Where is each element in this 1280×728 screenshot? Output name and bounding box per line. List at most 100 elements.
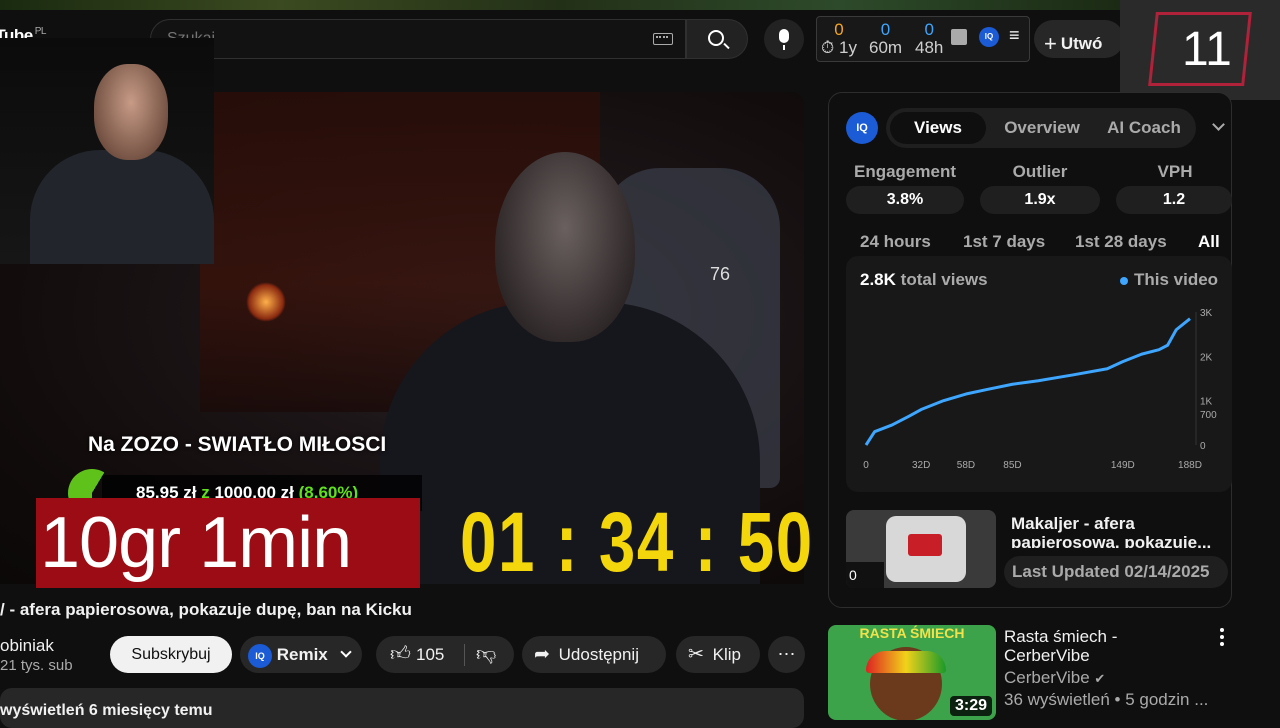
thumbs-up-icon[interactable]: 👍︎: [390, 636, 411, 673]
rec-thumbnail-2[interactable]: RASTA ŚMIECH 3:29: [828, 625, 996, 720]
thumb-title: RASTA ŚMIECH: [859, 625, 965, 641]
keyboard-icon[interactable]: [653, 33, 673, 45]
description-meta: wyświetleń 6 miesięcy temu: [0, 702, 213, 719]
webcam-overlay: 79: [0, 38, 214, 264]
duration-badge: 3:29: [949, 696, 992, 716]
iq-logo-icon[interactable]: IQ: [846, 112, 878, 144]
stat-48h: 0 48h: [915, 21, 943, 57]
range-24-hours[interactable]: 24 hours: [860, 232, 931, 252]
webcam-face: [94, 64, 168, 160]
y-tick-label: 1K: [1200, 397, 1213, 408]
total-views: 2.8K total views: [860, 270, 988, 290]
thumbs-down-icon[interactable]: 👎︎: [476, 636, 496, 673]
metric-vph-value: 1.2: [1116, 186, 1232, 214]
metric-engagement-value: 3.8%: [846, 186, 964, 214]
microphone-icon: [779, 29, 789, 50]
stream-timer: 01 : 34 : 50: [460, 495, 814, 589]
stream-goal-title: Na ZOZO - SWIATŁO MIŁOSCI: [88, 433, 387, 456]
jersey-number: 79: [92, 262, 123, 264]
range-7-days[interactable]: 1st 7 days: [963, 232, 1045, 252]
stat-48h-value: 0: [924, 20, 934, 39]
x-tick-label: 188D: [1178, 460, 1202, 471]
more-actions-button[interactable]: ⋯: [768, 636, 805, 673]
video-title: / - afera papierosowa, pokazuje dupę, ba…: [0, 600, 412, 619]
tab-views[interactable]: Views: [890, 112, 986, 144]
menu-icon[interactable]: ≡: [1009, 25, 1020, 46]
x-tick-label: 85D: [1003, 460, 1021, 471]
total-views-label: total views: [900, 270, 988, 289]
tab-overview[interactable]: Overview: [994, 112, 1090, 144]
rec-title-1[interactable]: Makaljer - afera papierosowa, pokazuje..…: [1011, 514, 1211, 548]
y-tick-label: 2K: [1200, 352, 1213, 363]
y-tick-label: 700: [1200, 410, 1217, 421]
rec-title-2-line2: CerberVibe: [1004, 646, 1090, 665]
y-tick-label: 0: [1200, 441, 1206, 452]
thumb-label: 0 601: [846, 562, 884, 588]
iq-icon: IQ: [248, 643, 272, 668]
ambient-strip: [0, 0, 1120, 10]
tab-ai-coach[interactable]: AI Coach: [1096, 112, 1192, 144]
total-views-number: 2.8K: [860, 270, 896, 289]
metric-outlier-label: Outlier: [1012, 162, 1068, 181]
create-label: Utwó: [1060, 34, 1103, 53]
search-icon: [708, 30, 724, 46]
rec-thumbnail-1[interactable]: 0 601: [846, 510, 996, 588]
clock-icon: ⏱: [821, 38, 835, 57]
search-button[interactable]: [686, 19, 748, 59]
iq-icon[interactable]: IQ: [979, 27, 999, 47]
more-icon: ⋯: [777, 644, 796, 664]
last-updated-badge: Last Updated 02/14/2025: [1004, 556, 1228, 588]
channel-subscribers: 21 tys. sub: [0, 657, 73, 674]
logo-region: PL: [34, 26, 47, 38]
badge-number: 11: [1182, 23, 1232, 76]
stat-1y-value: 0: [834, 20, 844, 39]
stat-1y-text: 1y: [839, 38, 857, 57]
stat-60m: 0 60m: [869, 21, 902, 57]
x-tick-label: 58D: [957, 460, 975, 471]
stat-1y-label: ⏱ 1y: [821, 39, 857, 57]
chevron-down-icon[interactable]: [340, 646, 352, 658]
rec-channel-name: CerberVibe: [1004, 668, 1090, 687]
voice-search-button[interactable]: [764, 19, 804, 59]
y-tick-label: 3K: [1200, 308, 1213, 319]
divider: [464, 644, 465, 666]
share-label: Udostępnij: [558, 645, 639, 664]
legend-dot: [1120, 276, 1128, 285]
remix-button[interactable]: IQ Remix: [240, 636, 362, 673]
search-box[interactable]: [150, 19, 686, 59]
channel-stats-widget[interactable]: 0 ⏱ 1y 0 60m 0 48h IQ ≡: [816, 16, 1030, 62]
like-dislike-group: 👍︎ 105 👎︎: [376, 636, 514, 673]
range-all[interactable]: All: [1198, 232, 1220, 258]
channel-name[interactable]: obiniak: [0, 636, 54, 656]
search-input[interactable]: [167, 28, 637, 50]
chart-bars-icon[interactable]: [951, 29, 967, 45]
chart-legend: This video: [1120, 270, 1218, 290]
legend-label: This video: [1134, 270, 1219, 289]
stat-48h-label: 48h: [915, 38, 944, 57]
share-button[interactable]: ➦ Udostępnij: [522, 636, 666, 673]
range-28-days[interactable]: 1st 28 days: [1075, 232, 1167, 252]
notification-badge[interactable]: 11: [1120, 0, 1280, 100]
scissors-icon: ✂: [688, 644, 704, 665]
rate-text: 10gr 1min: [40, 503, 352, 583]
subscribe-button[interactable]: Subskrybuj: [110, 636, 232, 673]
lamp-glow: [246, 282, 286, 322]
clip-button[interactable]: ✂ Klip: [676, 636, 760, 673]
clip-label: Klip: [712, 645, 742, 664]
streamer-head: [495, 152, 635, 342]
create-button[interactable]: + Utwó: [1034, 20, 1124, 58]
metric-outlier-value: 1.9x: [980, 186, 1100, 214]
series-line-0: [864, 317, 1191, 446]
more-options-icon[interactable]: [1218, 628, 1226, 646]
thumb-hat: [866, 651, 946, 673]
rec-channel-2[interactable]: CerberVibe ✔: [1004, 668, 1105, 688]
metric-engagement-label: Engagement: [853, 162, 957, 181]
thumb-pack: [908, 534, 942, 556]
webcam-shirt: [30, 150, 214, 264]
x-tick-label: 0: [863, 460, 869, 471]
like-count[interactable]: 105: [416, 636, 444, 673]
metric-vph-label: VPH: [1157, 162, 1193, 181]
stat-60m-label: 60m: [869, 38, 903, 57]
verified-icon: ✔: [1094, 671, 1106, 686]
rec-title-2[interactable]: Rasta śmiech - CerberVibe: [1004, 627, 1117, 665]
